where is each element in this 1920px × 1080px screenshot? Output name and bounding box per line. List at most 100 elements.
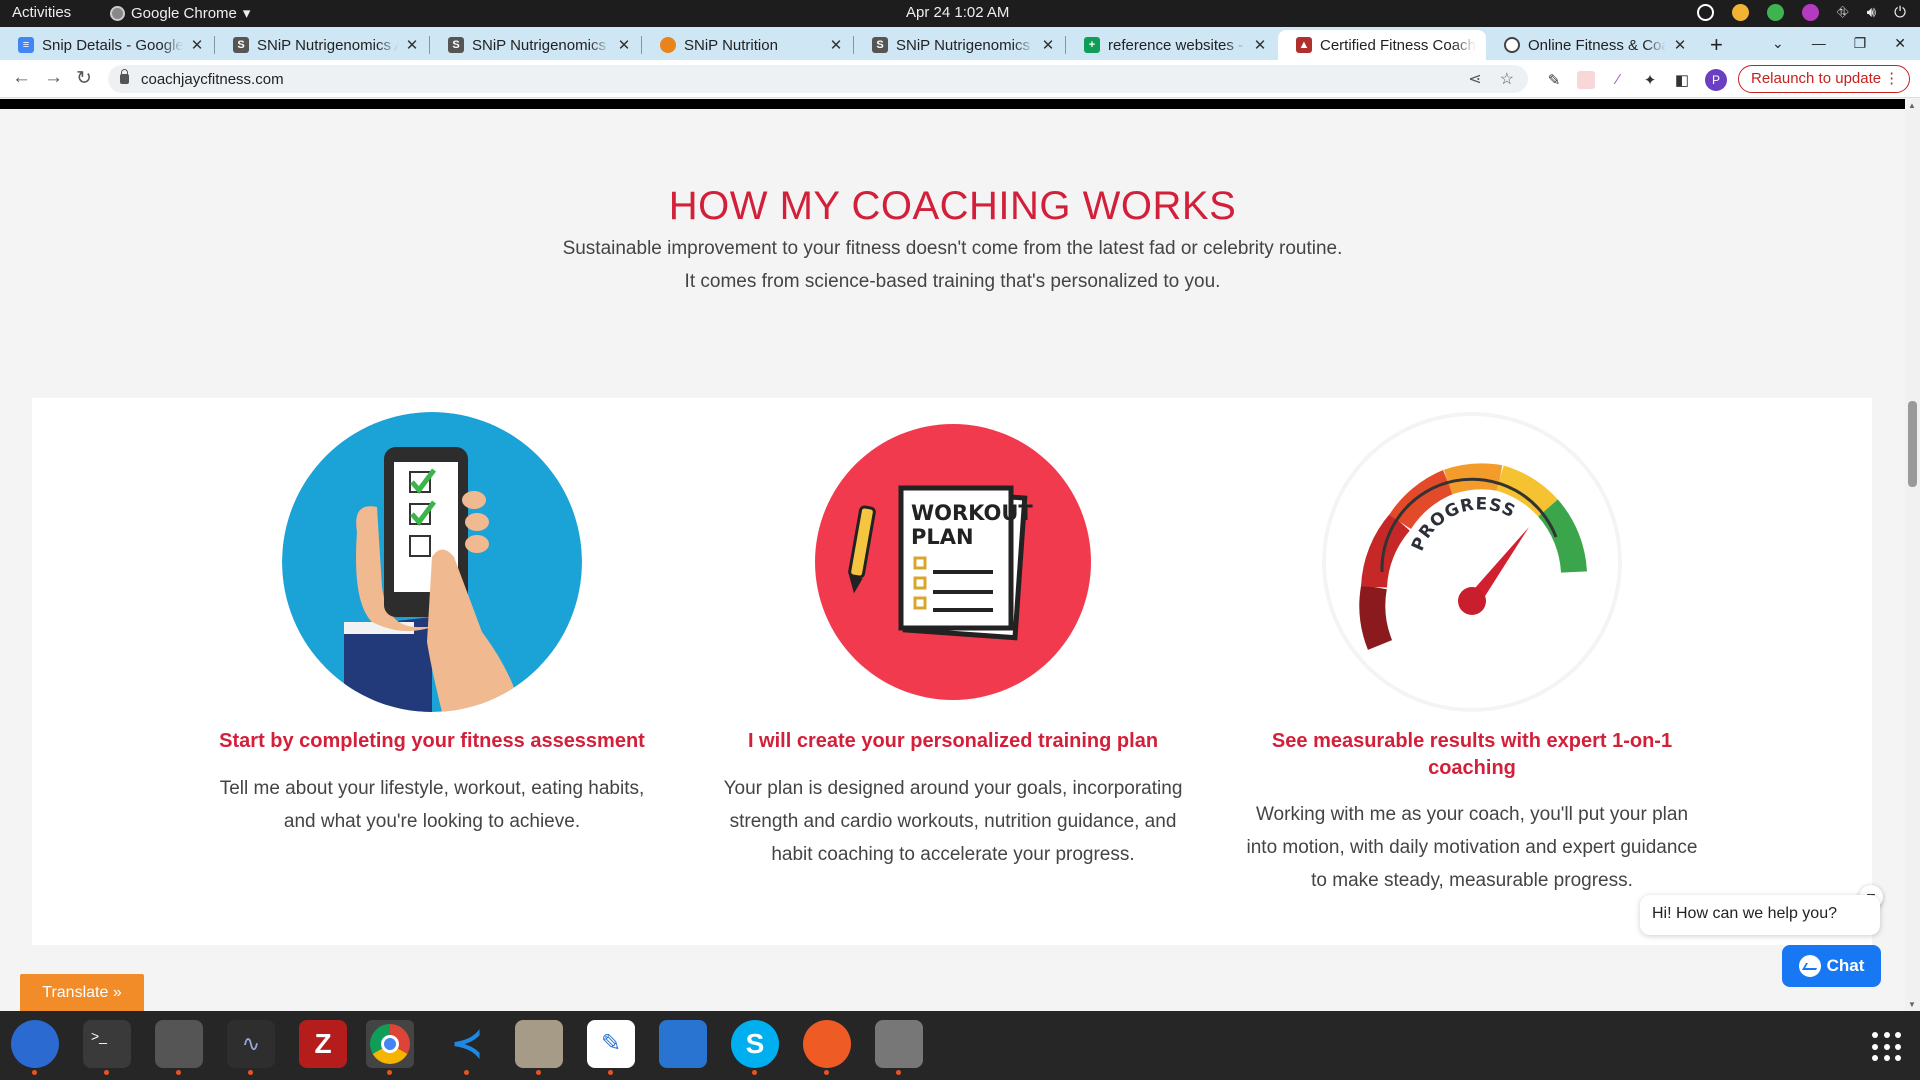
docs-icon: ≡ <box>18 37 34 53</box>
calculator-icon[interactable] <box>155 1020 203 1075</box>
tab-snip-admin-2[interactable]: S SNiP Nutrigenomics Admin ✕ <box>430 30 642 60</box>
step-title: Start by completing your fitness assessm… <box>219 730 645 752</box>
eyedropper-extension-icon[interactable]: ✎ <box>1545 71 1563 89</box>
tab-title: SNiP Nutrigenomics Admin <box>257 36 398 54</box>
filezilla-icon[interactable]: Z <box>299 1020 347 1068</box>
new-tab-button[interactable]: + <box>1710 32 1723 58</box>
disk-icon[interactable] <box>875 1020 923 1075</box>
tab-snip-admin-3[interactable]: S SNiP Nutrigenomics Admin ✕ <box>854 30 1066 60</box>
scroll-down-arrow-icon[interactable]: ▼ <box>1908 1000 1916 1009</box>
app-menu[interactable]: Google Chrome ▾ <box>110 4 250 22</box>
reload-icon[interactable]: ↻ <box>76 67 92 90</box>
chat-button-label: Chat <box>1826 956 1865 975</box>
step-title: See measurable results with expert 1-on-… <box>1271 730 1673 779</box>
app-name: Google Chrome <box>131 4 237 22</box>
text-editor-icon[interactable]: ✎ <box>587 1020 635 1075</box>
thunderbird-icon[interactable] <box>11 1020 59 1075</box>
tab-snip-nutrition[interactable]: SNiP Nutrition ✕ <box>642 30 854 60</box>
tab-strip: ≡ Snip Details - Google Docs ✕ S SNiP Nu… <box>0 27 1920 60</box>
share-icon[interactable]: ⋖ <box>1468 69 1481 89</box>
snip-logo-icon: S <box>233 37 249 53</box>
translate-button[interactable]: Translate » <box>20 974 144 1011</box>
files-icon[interactable] <box>515 1020 563 1075</box>
address-bar[interactable]: coachjaycfitness.com ⋖ ☆ <box>108 65 1528 93</box>
clock[interactable]: Apr 24 1:02 AM <box>906 4 1009 21</box>
postman-icon[interactable] <box>803 1020 851 1075</box>
page-scrollbar[interactable]: ▲ ▼ <box>1905 99 1920 1011</box>
side-panel-icon[interactable]: ◧ <box>1673 71 1691 89</box>
tab-search-icon[interactable]: ⌄ <box>1772 35 1784 52</box>
step-description: Your plan is designed around your goals,… <box>723 778 1183 865</box>
close-icon[interactable]: ✕ <box>616 36 632 54</box>
tab-certified-fitness-coach[interactable]: ▲ Certified Fitness Coach <box>1278 30 1486 60</box>
chrome-small-icon <box>110 5 125 21</box>
close-icon[interactable]: ✕ <box>1252 36 1268 54</box>
step-description: Working with me as your coach, you'll pu… <box>1246 804 1698 891</box>
show-applications-icon[interactable] <box>1872 1032 1902 1062</box>
back-arrow-icon[interactable]: ← <box>12 67 31 89</box>
menu-dots-icon[interactable]: ⋮ <box>1884 66 1899 92</box>
skype-icon[interactable]: S <box>731 1020 779 1075</box>
close-icon[interactable]: ✕ <box>404 36 420 54</box>
tab-title: reference websites - Google Sheets <box>1108 36 1246 54</box>
dropdown-arrow-icon: ▾ <box>242 5 251 22</box>
section-subtitle: Sustainable improvement to your fitness … <box>562 238 1343 292</box>
close-window-icon[interactable]: ✕ <box>1894 35 1906 52</box>
close-icon[interactable]: ✕ <box>828 36 844 54</box>
app-tray-icon[interactable] <box>1801 4 1819 21</box>
shield-tray-icon[interactable] <box>1766 4 1784 21</box>
tab-snip-admin-1[interactable]: S SNiP Nutrigenomics Admin ✕ <box>215 30 430 60</box>
pen-extension-icon[interactable]: ⁄ <box>1609 71 1627 89</box>
close-icon[interactable]: ✕ <box>189 36 205 54</box>
power-icon[interactable]: ⏻ <box>1894 4 1906 21</box>
status-icon[interactable] <box>1696 4 1714 21</box>
puzzle-extensions-icon[interactable]: ✦ <box>1641 71 1659 89</box>
tab-online-fitness[interactable]: Online Fitness & Coaching ✕ <box>1486 30 1698 60</box>
profile-avatar[interactable]: P <box>1705 69 1727 91</box>
restore-icon[interactable]: ❐ <box>1854 35 1867 52</box>
chat-button[interactable]: Chat <box>1782 945 1881 987</box>
plan-label: PLAN <box>911 525 974 549</box>
activities-button[interactable]: Activities <box>12 4 71 21</box>
chat-greeting-bubble[interactable]: Hi! How can we help you? <box>1640 895 1880 935</box>
system-tray[interactable]: ⛗ 🔊︎ ⏻ <box>1696 4 1906 21</box>
tab-title: Snip Details - Google Docs <box>42 36 183 54</box>
chrome-icon[interactable] <box>366 1020 414 1075</box>
sheets-icon: + <box>1084 37 1100 53</box>
progress-gauge-icon: PROGRESS <box>1322 412 1622 712</box>
tab-title: SNiP Nutrigenomics Admin <box>472 36 610 54</box>
tab-snip-details[interactable]: ≡ Snip Details - Google Docs ✕ <box>0 30 215 60</box>
tab-title: Online Fitness & Coaching <box>1528 36 1666 54</box>
lock-icon[interactable] <box>120 69 129 84</box>
minimize-icon[interactable]: — <box>1812 35 1826 52</box>
volume-icon[interactable]: 🔊︎ <box>1867 4 1876 21</box>
steps-container: Start by completing your fitness assessm… <box>32 398 1872 945</box>
scroll-up-arrow-icon[interactable]: ▲ <box>1908 101 1916 110</box>
page-viewport: HOW MY COACHING WORKS Sustainable improv… <box>0 99 1920 1011</box>
phone-checklist-icon <box>282 412 582 712</box>
tab-title: SNiP Nutrition <box>684 36 778 54</box>
close-icon[interactable]: ✕ <box>1672 36 1688 54</box>
globe-icon <box>1504 37 1520 53</box>
forward-arrow-icon[interactable]: → <box>44 67 63 89</box>
writer-icon[interactable] <box>659 1020 707 1068</box>
network-icon[interactable]: ⛗ <box>1837 4 1849 21</box>
relaunch-button[interactable]: Relaunch to update ⋮ <box>1738 65 1911 93</box>
calendar-extension-icon[interactable] <box>1577 71 1595 89</box>
terminal-icon[interactable]: >_ <box>83 1020 131 1075</box>
system-monitor-icon[interactable]: ∿ <box>227 1020 275 1075</box>
close-icon[interactable]: ✕ <box>1040 36 1056 54</box>
tab-reference-websites[interactable]: + reference websites - Google Sheets ✕ <box>1066 30 1278 60</box>
chrome-tray-icon[interactable] <box>1731 4 1749 21</box>
relaunch-label: Relaunch to update <box>1751 70 1882 87</box>
vscode-icon[interactable]: ≺ <box>443 1020 491 1075</box>
scrollbar-thumb[interactable] <box>1908 401 1917 487</box>
step-title: I will create your personalized training… <box>747 730 1159 752</box>
url-text[interactable]: coachjaycfitness.com <box>141 71 284 88</box>
bookmark-star-icon[interactable]: ☆ <box>1500 69 1514 89</box>
step-description: Tell me about your lifestyle, workout, e… <box>219 778 645 832</box>
system-top-bar: Activities Google Chrome ▾ Apr 24 1:02 A… <box>0 0 1920 27</box>
workout-plan-icon: WORKOUT PLAN <box>803 412 1103 712</box>
snip-logo-icon: S <box>872 37 888 53</box>
tab-title: SNiP Nutrigenomics Admin <box>896 36 1034 54</box>
